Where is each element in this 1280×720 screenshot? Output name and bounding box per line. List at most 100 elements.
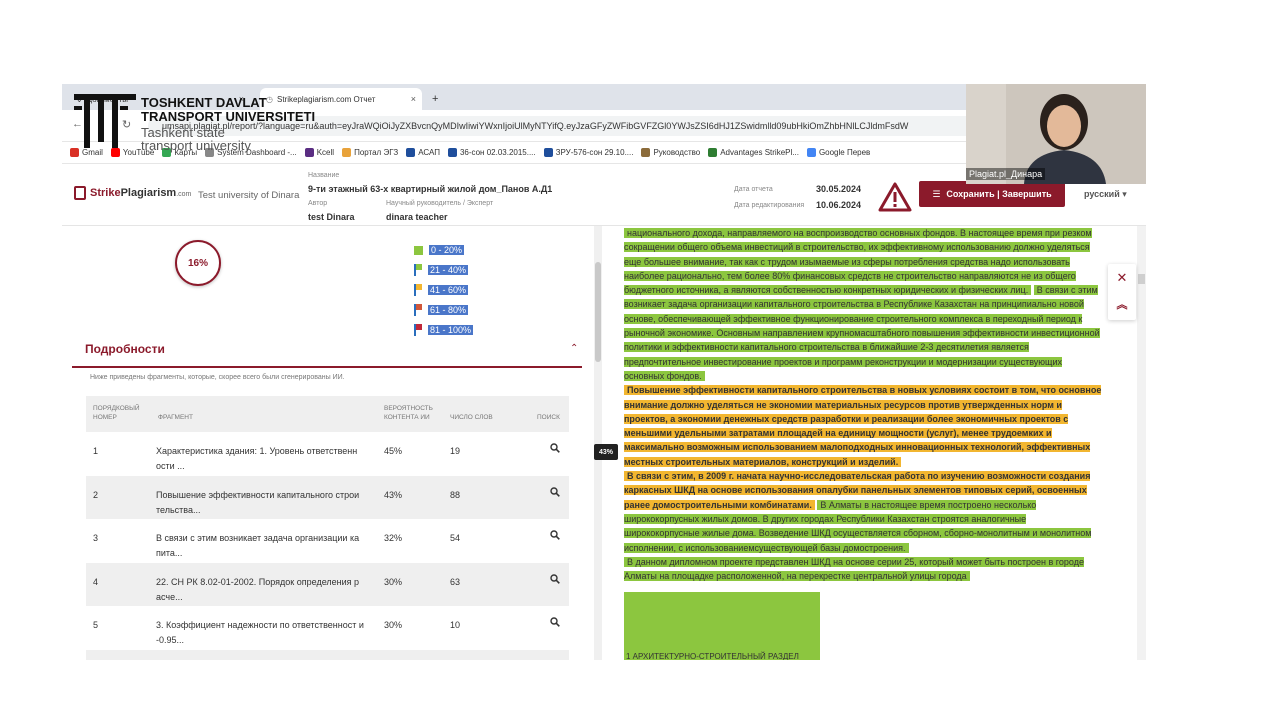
cell-words: 54: [450, 533, 461, 543]
floating-toolbar: ✕ ︽: [1108, 264, 1136, 320]
right-scrollbar-thumb[interactable]: [1138, 274, 1145, 284]
cell-words: 63: [450, 576, 461, 587]
bookmark-item[interactable]: 36-сон 02.03.2015....: [447, 148, 536, 157]
portal-icon: [342, 148, 352, 157]
logo-text: .com: [176, 191, 192, 198]
kcell-icon: [304, 148, 314, 157]
plus-icon: [708, 148, 718, 157]
bookmark-item[interactable]: АСАП: [406, 148, 440, 157]
supervisor-label: Научный руководитель / Эксперт: [386, 200, 494, 207]
col-fragment: ФРАГМЕНТ: [158, 414, 193, 421]
search-icon[interactable]: [550, 573, 560, 584]
paragraph[interactable]: национального дохода, направляемого на в…: [624, 228, 1092, 296]
document-pane: национального дохода, направляемого на в…: [622, 226, 1138, 660]
bookmark-item[interactable]: Advantages StrikePl...: [708, 148, 799, 157]
double-chevron-up-icon[interactable]: ︽: [1108, 294, 1136, 314]
legend-label: 61 - 80%: [428, 305, 469, 315]
logo-text: Plagiarism: [120, 187, 177, 199]
author-label: Автор: [308, 200, 328, 207]
legend-flag-icon: [414, 264, 422, 276]
legend-item: 41 - 60%: [414, 280, 473, 300]
details-title: Подробности: [85, 342, 165, 356]
legend-flag-icon: [414, 284, 422, 296]
bookmark-label: Google Перев: [818, 148, 871, 157]
tab-report[interactable]: ◷ Strikeplagiarism.com Отчет ×: [260, 88, 422, 110]
paragraph[interactable]: В связи с этим возникает задача организа…: [624, 285, 1100, 381]
strikeplagiarism-logo[interactable]: StrikePlagiarism.com: [74, 186, 191, 200]
author-value: test Dinara: [308, 212, 355, 222]
supervisor-value: dinara teacher: [386, 212, 448, 222]
tab-label: Strikeplagiarism.com Отчет: [276, 94, 376, 104]
bookmark-item[interactable]: Kcell: [304, 148, 335, 157]
cell-num: 4: [93, 576, 99, 587]
report-date-label: Дата отчета: [734, 186, 773, 193]
save-finish-button[interactable]: ☰ Сохранить | Завершить: [919, 181, 1065, 207]
cell-prob: 32%: [384, 533, 403, 543]
warning-icon[interactable]: [878, 182, 912, 212]
bookmark-item[interactable]: Портал ЭГЗ: [342, 148, 398, 157]
bookmark-label: Руководство: [653, 148, 701, 157]
bookmark-label: АСАП: [418, 148, 440, 157]
collapse-chevron-icon[interactable]: ⌃: [570, 343, 578, 354]
bookmark-label: Advantages StrikePl...: [720, 148, 799, 157]
legend-flag-icon: [414, 324, 422, 336]
cell-prob: 45%: [384, 446, 403, 456]
table-row[interactable]: 4 22. СН РК 8.02-01-2002. Порядок определ…: [86, 562, 569, 606]
cell-fragment: 22. СН РК 8.02-01-2002. Порядок определе…: [156, 576, 360, 602]
logo-text: Strike: [90, 187, 121, 199]
paragraph[interactable]: В данном дипломном проекте представлен Ш…: [624, 556, 1084, 582]
cell-prob: 30%: [384, 576, 403, 587]
cell-fragment: В связи с этим возникает задача организа…: [156, 533, 360, 558]
close-tab-icon[interactable]: ×: [411, 94, 416, 104]
bookmark-item[interactable]: Google Перев: [806, 148, 871, 157]
search-icon[interactable]: [550, 486, 560, 497]
section-heading: 1 АРХИТЕКТУРНО-СТРОИТЕЛЬНЫЙ РАЗДЕЛ: [624, 652, 801, 660]
edit-date-label: Дата редактирования: [734, 202, 805, 209]
table-row[interactable]: 2 Повышение эффективности капитального ст…: [86, 475, 569, 519]
legend-item: 21 - 40%: [414, 260, 473, 280]
language-select[interactable]: русский ▾: [1084, 189, 1127, 200]
table-row[interactable]: [86, 649, 569, 660]
save-button-label: Сохранить | Завершить: [946, 189, 1052, 199]
divider: [72, 366, 582, 368]
list-icon: ☰: [932, 188, 941, 199]
bookmark-label: ЗРУ-576-сон 29.10....: [555, 148, 634, 157]
search-icon[interactable]: [550, 530, 560, 540]
webcam-overlay: Plagiat.pl_Динара: [966, 84, 1146, 184]
cell-num: 3: [93, 533, 99, 543]
legend-label: 81 - 100%: [428, 325, 474, 335]
university-logo-mark: [74, 94, 136, 148]
bookmark-item[interactable]: Руководство: [641, 148, 700, 157]
bookmark-item[interactable]: ЗРУ-576-сон 29.10....: [543, 148, 634, 157]
paragraph-highlight-43[interactable]: Повышение эффективности капитального стр…: [624, 385, 1102, 467]
fragments-table: ПОРЯДКОВЫЙ НОМЕР ФРАГМЕНТ ВЕРОЯТНОСТЬ КО…: [86, 396, 569, 660]
table-row[interactable]: 5 3. Коэффициент надежности по ответствен…: [86, 606, 569, 650]
document-text: национального дохода, направляемого на в…: [624, 226, 1102, 583]
table-row[interactable]: 3 В связи с этим возникает задача организ…: [86, 519, 569, 563]
col-words: ЧИСЛО СЛОВ: [450, 414, 493, 421]
cell-fragment: 3. Коэффициент надежности по ответственн…: [156, 620, 364, 645]
right-scrollbar[interactable]: [1137, 226, 1146, 660]
col-probability: ВЕРОЯТНОСТЬ КОНТЕНТА ИИ: [384, 405, 433, 421]
bookmark-label: Kcell: [316, 148, 335, 157]
logo-icon: [74, 186, 86, 200]
left-scrollbar-thumb[interactable]: [595, 262, 601, 362]
title-label: Название: [308, 172, 340, 179]
col-num: ПОРЯДКОВЫЙ НОМЕР: [93, 405, 140, 421]
col-search: ПОИСК: [537, 414, 560, 421]
cell-words: 88: [450, 489, 461, 500]
document-title: 9-ти этажный 63-х квартирный жилой дом_П…: [308, 184, 553, 194]
ai-score-circle: 16%: [175, 240, 221, 286]
page-icon: ◷: [266, 94, 273, 104]
webcam-name-label: Plagiat.pl_Динара: [966, 168, 1046, 180]
legend-item: 0 - 20%: [414, 240, 473, 260]
cell-num: 2: [93, 489, 99, 500]
close-icon[interactable]: ✕: [1108, 268, 1136, 288]
search-icon[interactable]: [550, 443, 560, 453]
table-row[interactable]: 1 Характеристика здания: 1. Уровень ответ…: [86, 432, 569, 476]
guide-icon: [641, 148, 651, 157]
new-tab-button[interactable]: +: [426, 88, 444, 110]
translate-icon: [806, 148, 816, 157]
search-icon[interactable]: [550, 617, 560, 627]
fragment-score-badge: 43%: [594, 444, 618, 460]
